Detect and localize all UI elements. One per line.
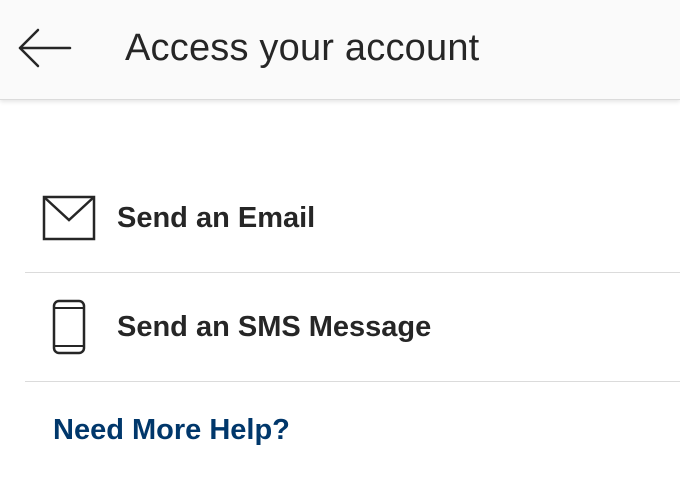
need-more-help-link[interactable]: Need More Help?: [53, 414, 290, 447]
recovery-options: Send an Email Send an SMS Message: [25, 164, 680, 382]
send-sms-option[interactable]: Send an SMS Message: [25, 273, 680, 382]
envelope-icon: [41, 190, 97, 246]
app-header: Access your account: [0, 0, 680, 100]
send-sms-label: Send an SMS Message: [117, 310, 432, 343]
send-email-option[interactable]: Send an Email: [25, 164, 680, 273]
send-email-label: Send an Email: [117, 201, 316, 234]
page-title: Access your account: [125, 27, 480, 69]
back-button[interactable]: [12, 20, 76, 76]
phone-icon: [41, 299, 97, 355]
arrow-left-icon: [18, 28, 72, 68]
